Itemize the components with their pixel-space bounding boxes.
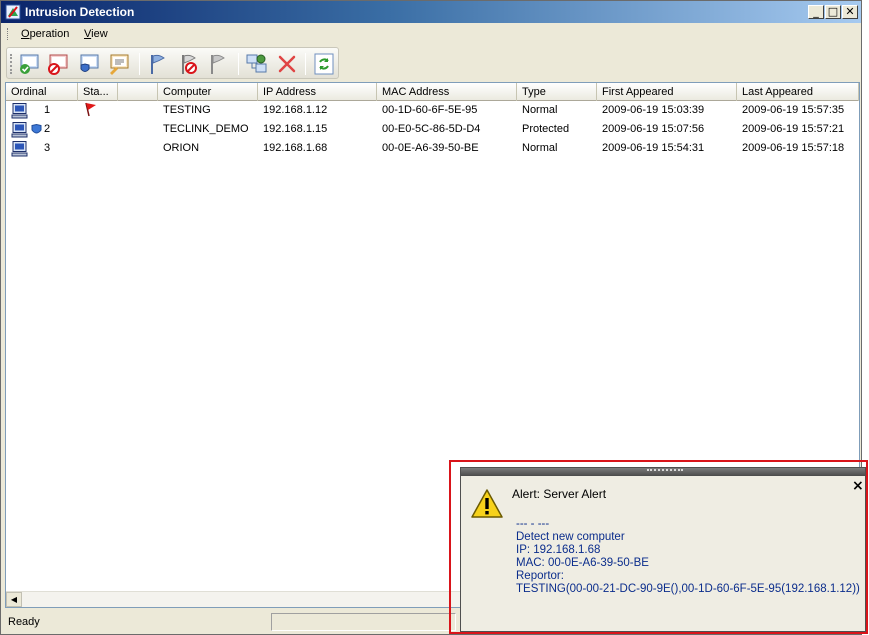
last-appeared-cell: 2009-06-19 15:57:18 [742,142,845,154]
alert-close-button[interactable]: × [852,479,864,493]
refresh-button[interactable] [312,52,336,76]
column-header-computer[interactable]: Computer [158,83,258,101]
network-computers-icon [246,54,267,73]
computer-icon [11,122,28,138]
computer-cell: TESTING [163,104,211,116]
unflag-button[interactable] [177,52,201,76]
menu-view[interactable]: View [84,28,108,40]
flag-gray-button[interactable] [206,52,230,76]
table-row[interactable]: 2 TECLINK_DEMO 192.168.1.15 00-E0-5C-86-… [6,120,859,139]
computer-cell: ORION [163,142,200,154]
intrusion-detection-app-icon [5,4,21,20]
toolbar-grip[interactable] [10,54,12,74]
server-alert-popup[interactable]: × Alert: Server Alert --- - --- Detect n… [460,467,866,632]
status-text: Ready [8,616,40,628]
column-header-last-appeared[interactable]: Last Appeared [737,83,859,101]
mac-cell: 00-0E-A6-39-50-BE [382,142,479,154]
red-flag-icon [85,102,96,117]
menu-grip[interactable] [7,28,9,40]
flag-gray-icon [211,54,225,74]
column-header-ordinal[interactable]: Ordinal [6,83,78,101]
block-computer-button[interactable] [46,52,70,76]
warning-icon [471,489,503,518]
ip-cell: 192.168.1.15 [263,123,328,135]
mac-cell: 00-E0-5C-86-5D-D4 [382,123,481,135]
ip-cell: 192.168.1.68 [263,142,328,154]
close-button[interactable]: ✕ [842,5,858,19]
flag-icon [151,54,165,74]
ordinal-cell: 2 [44,123,51,135]
first-appeared-cell: 2009-06-19 15:54:31 [602,142,705,154]
delete-icon [278,55,296,73]
last-appeared-cell: 2009-06-19 15:57:35 [742,104,845,116]
approve-computer-button[interactable] [17,52,41,76]
status-panel [271,613,456,631]
column-header-mac[interactable]: MAC Address [377,83,517,101]
type-cell: Normal [522,104,558,116]
list-header: Ordinal Sta... Computer IP Address MAC A… [6,83,859,101]
alert-title: Alert: Server Alert [512,487,607,501]
table-row[interactable]: 3 ORION 192.168.1.68 00-0E-A6-39-50-BE N… [6,139,859,158]
mac-cell: 00-1D-60-6F-5E-95 [382,104,478,116]
menu-operation-label: peration [29,28,70,40]
type-cell: Normal [522,142,558,154]
edit-computer-button[interactable] [107,52,131,76]
column-header-blank[interactable] [118,83,158,101]
alert-line-reportor-label: Reportor: [516,570,564,582]
last-appeared-cell: 2009-06-19 15:57:21 [742,123,845,135]
flag-button[interactable] [146,52,170,76]
title-bar[interactable]: Intrusion Detection _ □ ✕ [1,1,861,23]
column-header-status[interactable]: Sta... [78,83,118,101]
toolbar-separator [305,53,306,75]
maximize-button[interactable]: □ [825,5,841,19]
table-row[interactable]: 1 TESTING 192.168.1.12 00-1D-60-6F-5E-95… [6,101,859,120]
scroll-left-arrow-icon[interactable]: ◀ [6,592,22,607]
toolbar-separator [238,53,239,75]
protect-computer-button[interactable] [77,52,101,76]
first-appeared-cell: 2009-06-19 15:07:56 [602,123,705,135]
window-title: Intrusion Detection [25,5,135,19]
network-computers-button[interactable] [245,52,269,76]
column-header-ip[interactable]: IP Address [258,83,377,101]
alert-line-detect: Detect new computer [516,531,625,543]
menu-operation[interactable]: Operation [21,28,69,40]
refresh-icon [314,53,334,75]
toolbar [6,47,339,79]
block-computer-icon [48,54,68,75]
menu-operation-accel: O [21,28,30,40]
alert-line-separator: --- - --- [516,518,550,530]
menu-view-label: iew [91,28,108,40]
ordinal-cell: 1 [44,104,51,116]
computer-cell: TECLINK_DEMO [163,123,249,135]
edit-computer-icon [110,54,129,75]
computer-icon [11,141,28,157]
alert-line-ip: IP: 192.168.1.68 [516,544,601,556]
alert-drag-handle[interactable] [461,468,865,476]
type-cell: Protected [522,123,570,135]
toolbar-separator [139,53,140,75]
delete-button[interactable] [275,52,299,76]
menu-bar: Operation View [1,24,861,44]
alert-message: --- - --- Detect new computer IP: 192.16… [516,518,860,596]
alert-grip-dots [647,469,683,473]
first-appeared-cell: 2009-06-19 15:03:39 [602,104,705,116]
approve-computer-icon [20,54,39,74]
ordinal-cell: 3 [44,142,51,154]
alert-line-mac: MAC: 00-0E-A6-39-50-BE [516,557,649,569]
column-header-first-appeared[interactable]: First Appeared [597,83,737,101]
alert-line-reportor-value: TESTING(00-00-21-DC-90-9E(),00-1D-60-6F-… [516,583,860,595]
minimize-button[interactable]: _ [808,5,824,19]
protect-computer-icon [80,54,99,72]
unflag-icon [182,54,197,74]
column-header-type[interactable]: Type [517,83,597,101]
shield-icon [31,124,42,134]
ip-cell: 192.168.1.12 [263,104,328,116]
computer-icon [11,103,28,119]
